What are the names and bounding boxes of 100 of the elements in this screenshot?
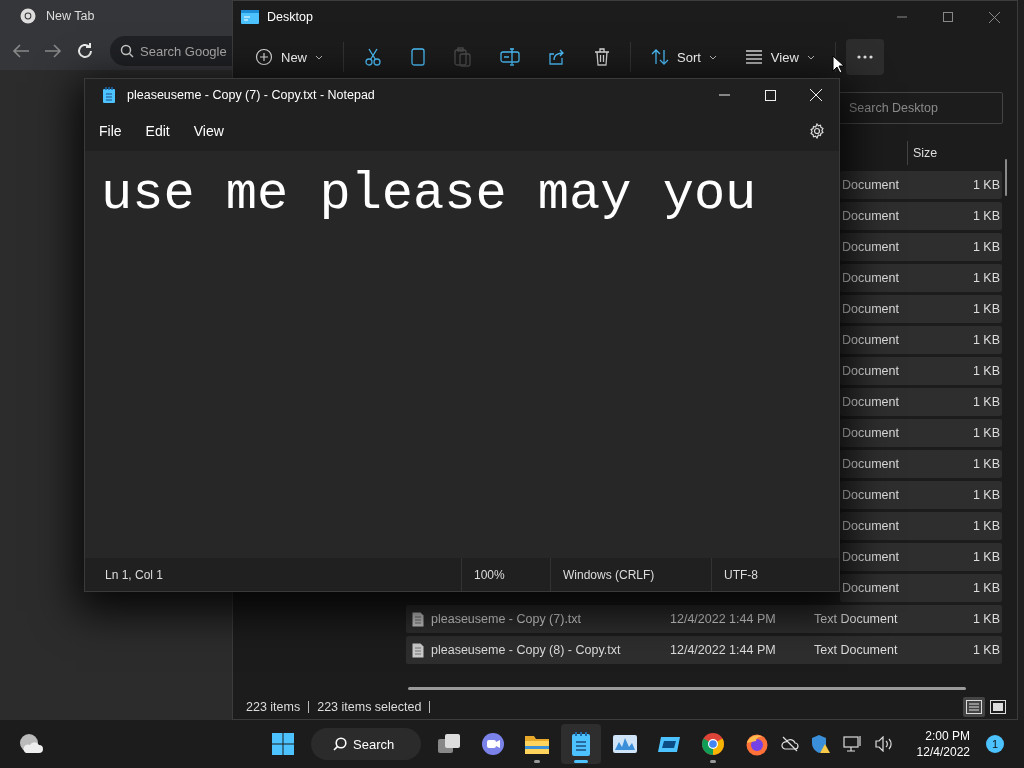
file-icon (412, 611, 424, 627)
weather-button[interactable] (18, 733, 44, 755)
scrollbar-thumb[interactable] (408, 687, 966, 690)
shield-warning-icon (810, 734, 831, 754)
more-button[interactable] (845, 39, 884, 75)
type-cell-text: Document (841, 488, 900, 502)
scrollbar-thumb[interactable] (1005, 159, 1007, 196)
file-row[interactable]: Document 1 KB (840, 295, 1002, 323)
back-icon (12, 43, 30, 59)
view-button[interactable]: View (734, 39, 825, 75)
column-header[interactable]: Size (907, 141, 981, 165)
type-cell-text: Document (841, 240, 900, 254)
clock-date: 12/4/2022 (916, 744, 970, 760)
file-row[interactable]: Document 1 KB (840, 326, 1002, 354)
zoom-level: 100% (474, 566, 505, 584)
size-cell-text: 1 KB (971, 364, 1001, 378)
browser-tab[interactable]: New Tab (0, 0, 232, 32)
trash-icon (594, 48, 610, 66)
scissors-icon (364, 47, 382, 67)
size-cell-text: 1 KB (971, 550, 1001, 564)
file-row[interactable]: Document 1 KB (840, 388, 1002, 416)
type-cell-text: Document (841, 426, 900, 440)
clock-time: 2:00 PM (925, 728, 970, 744)
file-name: pleaseuseme - Copy (7).txt (431, 612, 582, 626)
size-cell-text: 1 KB (971, 395, 1001, 409)
file-row[interactable]: Document 1 KB (840, 574, 1002, 602)
size-cell-text: 1 KB (971, 240, 1001, 254)
file-row[interactable]: pleaseuseme - Copy (7).txt 12/4/2022 1:44 PM Text Document 1 KB (406, 605, 1002, 633)
forward-icon (44, 43, 62, 59)
type-cell-text: Document (841, 550, 900, 564)
line-endings: Windows (CRLF) (563, 566, 655, 584)
search-icon (120, 44, 134, 58)
reload-icon (76, 42, 94, 60)
size-cell-text: 1 KB (971, 457, 1001, 471)
details-view-button[interactable] (963, 697, 985, 717)
menu-item[interactable]: Edit (135, 117, 180, 145)
file-row[interactable]: Document 1 KB (840, 171, 1002, 199)
firefox-icon (745, 732, 769, 756)
chart-window-icon (612, 734, 638, 754)
type-cell-text: Document (841, 457, 900, 471)
size-cell-text: 1 KB (971, 612, 1001, 626)
size-cell-text: 1 KB (971, 333, 1001, 347)
ellipsis-icon (855, 54, 874, 60)
minimize-icon (718, 94, 730, 96)
windows-icon (272, 733, 294, 755)
chrome-icon (701, 732, 725, 756)
size-cell-text: 1 KB (971, 178, 1001, 192)
file-row[interactable]: Document 1 KB (840, 481, 1002, 509)
volume-icon (874, 736, 895, 752)
window-title: pleaseuseme - Copy (7) - Copy.txt - Notepad (127, 88, 375, 102)
document-text: use me please may you (101, 165, 757, 224)
search-button[interactable]: Search (311, 728, 421, 760)
size-cell-text: 1 KB (971, 426, 1001, 440)
folder-icon (524, 733, 550, 755)
file-row[interactable]: Document 1 KB (840, 543, 1002, 571)
type-cell-text: Document (841, 333, 900, 347)
file-icon (412, 642, 424, 658)
size-cell-text: 1 KB (971, 519, 1001, 533)
network-off-tray-button[interactable] (778, 734, 801, 754)
menu-item[interactable]: File (89, 117, 132, 145)
address-bar[interactable]: Search Google (110, 36, 232, 66)
sort-button[interactable]: Sort (641, 39, 727, 75)
clipboard-icon (454, 47, 472, 67)
menu-item[interactable]: View (183, 117, 234, 145)
window-icon (241, 10, 259, 24)
file-row[interactable]: Document 1 KB (840, 202, 1002, 230)
cloud-off-icon (780, 736, 799, 752)
tiles-view-button[interactable] (987, 697, 1009, 717)
file-row[interactable]: Document 1 KB (840, 419, 1002, 447)
file-row[interactable]: Document 1 KB (840, 450, 1002, 478)
tiles-icon (990, 700, 1006, 714)
minimize-icon (897, 16, 907, 18)
file-row[interactable]: Document 1 KB (840, 512, 1002, 540)
clock[interactable]: 2:00 PM 12/4/2022 (916, 728, 970, 760)
file-row[interactable]: pleaseuseme - Copy (8) - Copy.txt 12/4/2022 1:44 PM Text Document 1 KB (406, 636, 1002, 664)
cursor-icon (832, 55, 844, 74)
type-cell-text: Text Document (814, 612, 899, 626)
item-count: 223 items (246, 700, 301, 714)
cloud-icon (18, 733, 44, 755)
chat-icon (481, 732, 505, 756)
size-cell-text: 1 KB (971, 488, 1001, 502)
chrome-icon (20, 8, 36, 24)
notepad-taskbar-button[interactable] (561, 724, 601, 764)
size-cell-text: 1 KB (971, 209, 1001, 223)
date-cell-text: 12/4/2022 1:44 PM (670, 612, 777, 626)
size-cell-text: 1 KB (971, 271, 1001, 285)
file-row[interactable]: Document 1 KB (840, 357, 1002, 385)
notification-badge[interactable]: 1 (986, 735, 1004, 753)
search-field[interactable]: Search Desktop (838, 92, 1003, 124)
file-row[interactable]: Document 1 KB (840, 264, 1002, 292)
file-row[interactable]: Document 1 KB (840, 233, 1002, 261)
type-cell-text: Document (841, 209, 900, 223)
type-cell-text: Document (841, 395, 900, 409)
maximize-icon (764, 89, 776, 101)
new-button[interactable]: New (245, 39, 333, 75)
type-cell-text: Document (841, 178, 900, 192)
monitor-icon (842, 735, 863, 753)
window-title: Desktop (267, 10, 313, 24)
settings-button[interactable] (807, 121, 827, 141)
close-icon (988, 11, 1000, 23)
